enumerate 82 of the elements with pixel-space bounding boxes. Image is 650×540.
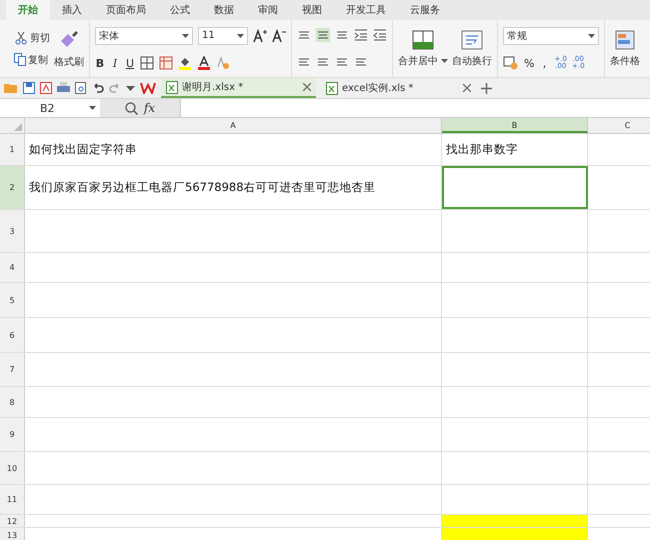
row-header[interactable]: 13 — [0, 528, 25, 540]
font-color-icon[interactable] — [197, 56, 211, 70]
table-cell[interactable] — [442, 166, 588, 209]
caret-icon[interactable] — [126, 86, 135, 90]
bold-button[interactable]: B — [95, 56, 105, 70]
close-icon[interactable] — [303, 83, 311, 91]
menu-tab[interactable]: 公式 — [158, 0, 202, 20]
row-header[interactable]: 1 — [0, 134, 25, 165]
print-icon[interactable] — [57, 82, 70, 94]
merge-cells-icon — [412, 30, 434, 50]
row-header[interactable]: 10 — [0, 452, 25, 484]
row-header[interactable]: 12 — [0, 515, 25, 527]
document-tab[interactable]: 谢明月.xlsx * — [161, 78, 316, 98]
menu-tab[interactable]: 数据 — [202, 0, 246, 20]
format-painter-button[interactable]: 格式刷 — [54, 28, 84, 68]
function-button[interactable]: fx — [144, 101, 156, 115]
folder-icon[interactable] — [4, 82, 18, 94]
wrap-text-button[interactable]: 自动换行 — [452, 30, 492, 68]
row-header[interactable]: 5 — [0, 283, 25, 317]
scissors-icon — [14, 30, 28, 44]
conditional-format-icon — [615, 30, 635, 50]
wrap-text-icon — [461, 30, 483, 50]
fill-color-icon[interactable] — [178, 56, 192, 70]
copy-icon — [14, 53, 26, 66]
spreadsheet-icon — [326, 82, 338, 94]
row-header[interactable]: 3 — [0, 210, 25, 252]
column-header[interactable]: C — [588, 118, 650, 133]
conditional-format-button[interactable]: 条件格 — [610, 30, 640, 68]
cut-button[interactable]: 剪切 — [14, 30, 50, 44]
menu-tab[interactable]: 插入 — [50, 0, 94, 20]
document-name: 谢明月.xlsx * — [182, 80, 244, 94]
caret-icon — [441, 58, 448, 62]
row-header[interactable]: 7 — [0, 353, 25, 386]
redo-icon[interactable] — [109, 82, 121, 94]
caret-icon — [89, 106, 96, 110]
merge-center-button[interactable]: 合并居中 — [398, 30, 448, 68]
row-header[interactable]: 6 — [0, 318, 25, 352]
triangle-icon — [14, 123, 22, 131]
zoom-icon[interactable] — [124, 102, 138, 114]
borders-icon[interactable] — [140, 56, 154, 70]
caret-icon — [237, 34, 244, 38]
underline-button[interactable]: U — [125, 56, 135, 70]
number-format-dropdown[interactable]: 常规 — [503, 26, 599, 45]
font-name-dropdown[interactable]: 宋体 — [95, 26, 193, 45]
menu-tab[interactable]: 页面布局 — [94, 0, 158, 20]
indent-icon[interactable] — [373, 28, 387, 42]
menu-tab[interactable]: 开始 — [6, 0, 50, 20]
percent-button[interactable]: % — [524, 56, 534, 70]
row-header[interactable]: 9 — [0, 418, 25, 451]
comma-button[interactable]: , — [539, 56, 550, 70]
currency-icon[interactable] — [503, 56, 519, 70]
italic-button[interactable]: I — [110, 56, 120, 70]
print-preview-icon[interactable] — [75, 82, 87, 94]
decrease-font-icon[interactable] — [272, 28, 286, 43]
copy-button[interactable]: 复制 — [14, 52, 50, 66]
caret-icon — [182, 34, 189, 38]
increase-font-icon[interactable] — [253, 28, 267, 43]
menu-tab[interactable]: 视图 — [290, 0, 334, 20]
cell-style-icon[interactable] — [159, 56, 173, 70]
menu-tab[interactable]: 云服务 — [398, 0, 452, 20]
plus-icon[interactable] — [481, 82, 492, 94]
align-icon[interactable] — [316, 28, 330, 42]
row-header[interactable]: 11 — [0, 485, 25, 514]
column-header[interactable]: B — [442, 118, 588, 133]
document-name: excel实例.xls * — [342, 82, 414, 95]
name-box[interactable]: B2 — [0, 99, 100, 117]
font-size-dropdown[interactable]: 11 — [198, 26, 248, 45]
indent-icon[interactable] — [354, 28, 368, 42]
caret-icon — [588, 34, 595, 38]
document-tab[interactable]: excel实例.xls * — [321, 78, 476, 98]
menu-tab[interactable]: 开发工具 — [334, 0, 398, 20]
close-icon[interactable] — [463, 84, 471, 92]
spreadsheet-icon — [166, 80, 178, 94]
save-icon[interactable] — [23, 82, 35, 94]
undo-icon[interactable] — [92, 82, 104, 94]
menu-tab[interactable]: 审阅 — [246, 0, 290, 20]
wps-logo-icon[interactable] — [140, 82, 156, 94]
row-header[interactable]: 8 — [0, 387, 25, 417]
row-header[interactable]: 4 — [0, 253, 25, 282]
row-header[interactable]: 2 — [0, 166, 25, 209]
pdf-icon[interactable] — [40, 82, 52, 94]
clear-format-icon[interactable] — [216, 56, 230, 70]
